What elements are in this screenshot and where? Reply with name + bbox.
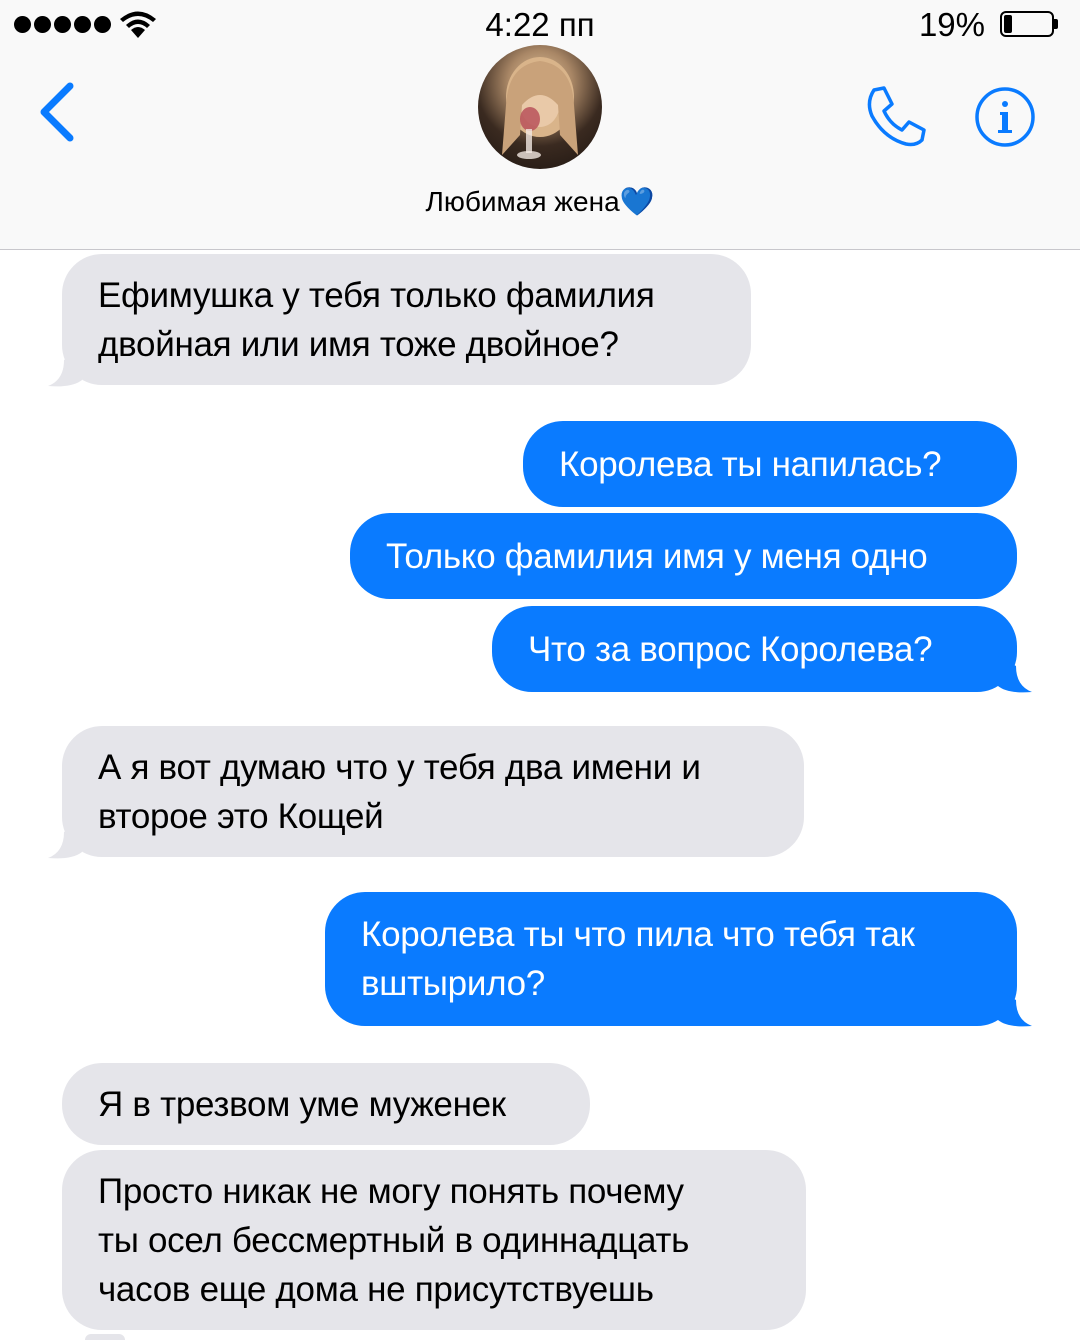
message-bubble-incoming[interactable]: Ефимушка у тебя только фамилия двойная и… (62, 254, 751, 385)
message-bubble-incoming[interactable]: А я вот думаю что у тебя два имени и вто… (62, 726, 804, 857)
phone-icon (867, 86, 926, 147)
message-text: Просто никак не могу понять почему ты ос… (98, 1171, 690, 1309)
message-bubble-incoming[interactable]: Просто никак не могу понять почему ты ос… (62, 1150, 806, 1330)
bubble-tail (48, 822, 82, 859)
bubble-tail (48, 350, 82, 387)
status-bar: 4:22 пп 19% (0, 0, 1080, 50)
battery-icon (1000, 11, 1058, 37)
call-button[interactable] (862, 84, 930, 150)
contact-avatar[interactable] (478, 45, 602, 169)
message-bubble-incoming[interactable]: Я в трезвом уме муженек (62, 1063, 590, 1145)
message-text: Только фамилия имя у меня одно (386, 536, 928, 576)
message-text: Королева ты напилась? (559, 444, 942, 484)
message-text: Что за вопрос Королева? (528, 629, 933, 669)
message-bubble-outgoing[interactable]: Только фамилия имя у меня одно (350, 513, 1017, 599)
bubble-tail (998, 656, 1032, 693)
info-icon (975, 87, 1035, 147)
contact-name[interactable]: Любимая жена💙 (0, 185, 1080, 218)
message-text: Ефимушка у тебя только фамилия двойная и… (98, 275, 655, 364)
message-text: Я в трезвом уме муженек (98, 1084, 506, 1124)
next-bubble-peek (85, 1334, 125, 1340)
message-bubble-outgoing[interactable]: Что за вопрос Королева? (492, 606, 1017, 692)
battery-percent: 19% (918, 6, 985, 43)
message-bubble-outgoing[interactable]: Королева ты что пила что тебя так вштыри… (325, 892, 1017, 1026)
back-button[interactable] (30, 80, 86, 144)
avatar-photo (502, 57, 578, 159)
chevron-left-icon (40, 82, 74, 142)
message-bubble-outgoing[interactable]: Королева ты напилась? (523, 421, 1017, 507)
info-button[interactable] (974, 86, 1036, 148)
bubble-tail (998, 990, 1032, 1027)
message-text: Королева ты что пила что тебя так вштыри… (361, 915, 915, 1003)
message-text: А я вот думаю что у тебя два имени и вто… (98, 747, 701, 836)
